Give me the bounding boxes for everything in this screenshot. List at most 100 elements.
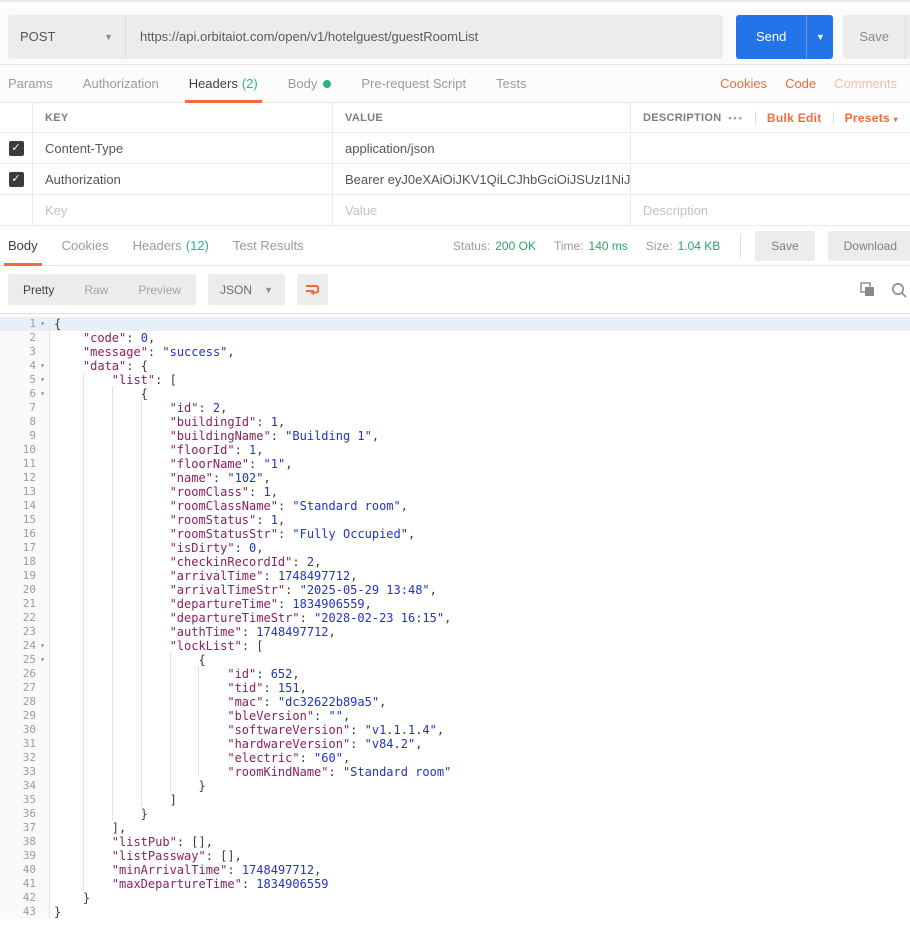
code-link[interactable]: Code	[785, 76, 816, 91]
token-p: {	[140, 387, 148, 401]
code-line[interactable]: 34}	[0, 779, 910, 793]
fold-caret-icon[interactable]: ▾	[36, 387, 49, 401]
code-line[interactable]: 28 "mac": "dc32622b89a5",	[0, 695, 910, 709]
code-line[interactable]: 5 ▾ "list": [	[0, 373, 910, 387]
new-header-description-input[interactable]: Description	[630, 195, 910, 225]
search-button[interactable]	[890, 281, 908, 299]
presets-dropdown[interactable]: Presets ▾	[845, 111, 898, 125]
code-line[interactable]: 22 "departureTimeStr": "2028-02-23 16:15"…	[0, 611, 910, 625]
code-line[interactable]: 40 "minArrivalTime": 1748497712,	[0, 863, 910, 877]
request-tab-body[interactable]: Body	[288, 65, 332, 102]
gutter: 20	[0, 583, 50, 597]
code-line[interactable]: 4 ▾ "data": {	[0, 359, 910, 373]
url-input[interactable]: https://api.orbitaiot.com/open/v1/hotelg…	[126, 29, 723, 44]
copy-button[interactable]	[858, 281, 876, 299]
code-line[interactable]: 39 "listPassway": [],	[0, 849, 910, 863]
view-mode-raw[interactable]: Raw	[69, 274, 123, 305]
response-body-viewer[interactable]: 1 ▾{2 "code": 0, 3 "message": "success", 4 ▾ "d…	[0, 313, 910, 919]
response-tab-test-results[interactable]: Test Results	[233, 226, 304, 265]
code-line[interactable]: 33 "roomKindName": "Standard room"	[0, 765, 910, 779]
code-line[interactable]: 27 "tid": 151,	[0, 681, 910, 695]
new-header-value-input[interactable]: Value	[332, 195, 630, 225]
code-line[interactable]: 17 "isDirty": 0,	[0, 541, 910, 555]
code-line[interactable]: 24 ▾ "lockList": [	[0, 639, 910, 653]
header-key-cell[interactable]: Content-Type	[32, 133, 332, 163]
fold-caret-icon[interactable]: ▾	[36, 639, 49, 653]
header-description-cell[interactable]	[630, 133, 910, 163]
new-header-key-input[interactable]: Key	[32, 195, 332, 225]
code-line[interactable]: 42}	[0, 891, 910, 905]
code-line[interactable]: 38 "listPub": [],	[0, 835, 910, 849]
code-line[interactable]: 13 "roomClass": 1,	[0, 485, 910, 499]
code-line[interactable]: 35]	[0, 793, 910, 807]
code-line[interactable]: 9 "buildingName": "Building 1",	[0, 429, 910, 443]
code-line[interactable]: 30 "softwareVersion": "v1.1.1.4",	[0, 723, 910, 737]
code-line[interactable]: 20 "arrivalTimeStr": "2025-05-29 13:48",	[0, 583, 910, 597]
code-line[interactable]: 43}	[0, 905, 910, 919]
code-line[interactable]: 11 "floorName": "1",	[0, 457, 910, 471]
indent-guide	[140, 639, 170, 652]
checkbox-checked[interactable]: ✓	[8, 140, 24, 156]
header-value-cell[interactable]: application/json	[332, 133, 630, 163]
wrap-text-button[interactable]	[296, 274, 328, 305]
code-line[interactable]: 1 ▾ {	[0, 317, 910, 331]
indent-guide	[54, 891, 83, 904]
token-p: :	[147, 345, 163, 359]
response-save-button[interactable]: Save	[755, 230, 815, 261]
method-select[interactable]: POST ▼	[8, 14, 126, 59]
code-line[interactable]: 2 "code": 0,	[0, 331, 910, 345]
code-line[interactable]: 31 "hardwareVersion": "v84.2",	[0, 737, 910, 751]
view-mode-preview[interactable]: Preview	[123, 274, 196, 305]
response-tab-body[interactable]: Body	[4, 226, 42, 266]
code-line[interactable]: 18 "checkinRecordId": 2,	[0, 555, 910, 569]
code-line[interactable]: 37],	[0, 821, 910, 835]
indent-guide	[169, 737, 199, 750]
send-button[interactable]: Send ▼	[736, 14, 834, 59]
cookies-link[interactable]: Cookies	[720, 76, 767, 91]
request-tab-pre-request-script[interactable]: Pre-request Script	[361, 65, 466, 102]
request-tab-tests[interactable]: Tests	[496, 65, 526, 102]
fold-caret-icon[interactable]: ▾	[36, 373, 49, 387]
checkbox-checked[interactable]: ✓	[8, 171, 24, 187]
token-p: {	[198, 653, 206, 667]
code-line[interactable]: 8 "buildingId": 1,	[0, 415, 910, 429]
format-select[interactable]: JSON ▼	[208, 274, 285, 305]
comments-link[interactable]: Comments	[834, 76, 897, 91]
request-tab-params[interactable]: Params	[8, 65, 53, 102]
header-key-cell[interactable]: Authorization	[32, 164, 332, 194]
code-line[interactable]: 41 "maxDepartureTime": 1834906559	[0, 877, 910, 891]
request-tab-authorization[interactable]: Authorization	[83, 65, 159, 102]
fold-caret-icon[interactable]: ▾	[36, 359, 49, 373]
response-tab-cookies[interactable]: Cookies	[62, 226, 109, 265]
more-options-icon[interactable]: •••	[728, 113, 743, 123]
code-line[interactable]: 29 "bleVersion": "",	[0, 709, 910, 723]
code-line[interactable]: 6 ▾ {	[0, 387, 910, 401]
code-line[interactable]: 3 "message": "success",	[0, 345, 910, 359]
code-line[interactable]: 32 "electric": "60",	[0, 751, 910, 765]
code-line[interactable]: 19 "arrivalTime": 1748497712,	[0, 569, 910, 583]
code-line[interactable]: 36}	[0, 807, 910, 821]
code-line[interactable]: 7 "id": 2,	[0, 401, 910, 415]
code-line[interactable]: 15 "roomStatus": 1,	[0, 513, 910, 527]
header-description-cell[interactable]	[630, 164, 910, 194]
fold-caret-icon[interactable]: ▾	[36, 317, 49, 331]
request-tab-headers[interactable]: Headers (2)	[184, 65, 262, 103]
code-line[interactable]: 10 "floorId": 1,	[0, 443, 910, 457]
code-line[interactable]: 14 "roomClassName": "Standard room",	[0, 499, 910, 513]
header-value-cell[interactable]: Bearer eyJ0eXAiOiJKV1QiLCJhbGciOiJSUzI1N…	[332, 164, 630, 194]
response-download-button[interactable]: Download	[827, 230, 910, 261]
bulk-edit-link[interactable]: Bulk Edit	[767, 111, 822, 125]
status-value: 200 OK	[495, 238, 536, 253]
send-options-dropdown[interactable]: ▼	[806, 14, 833, 59]
code-line[interactable]: 12 "name": "102",	[0, 471, 910, 485]
code-line[interactable]: 23 "authTime": 1748497712,	[0, 625, 910, 639]
view-mode-pretty[interactable]: Pretty	[8, 274, 69, 305]
save-options-dropdown[interactable]: ▼	[905, 14, 910, 59]
response-tab-headers[interactable]: Headers (12)	[133, 226, 209, 265]
code-line[interactable]: 26 "id": 652,	[0, 667, 910, 681]
save-button[interactable]: Save ▼	[843, 14, 910, 59]
code-line[interactable]: 16 "roomStatusStr": "Fully Occupied",	[0, 527, 910, 541]
code-line[interactable]: 25 ▾ {	[0, 653, 910, 667]
fold-caret-icon[interactable]: ▾	[36, 653, 49, 667]
code-line[interactable]: 21 "departureTime": 1834906559,	[0, 597, 910, 611]
